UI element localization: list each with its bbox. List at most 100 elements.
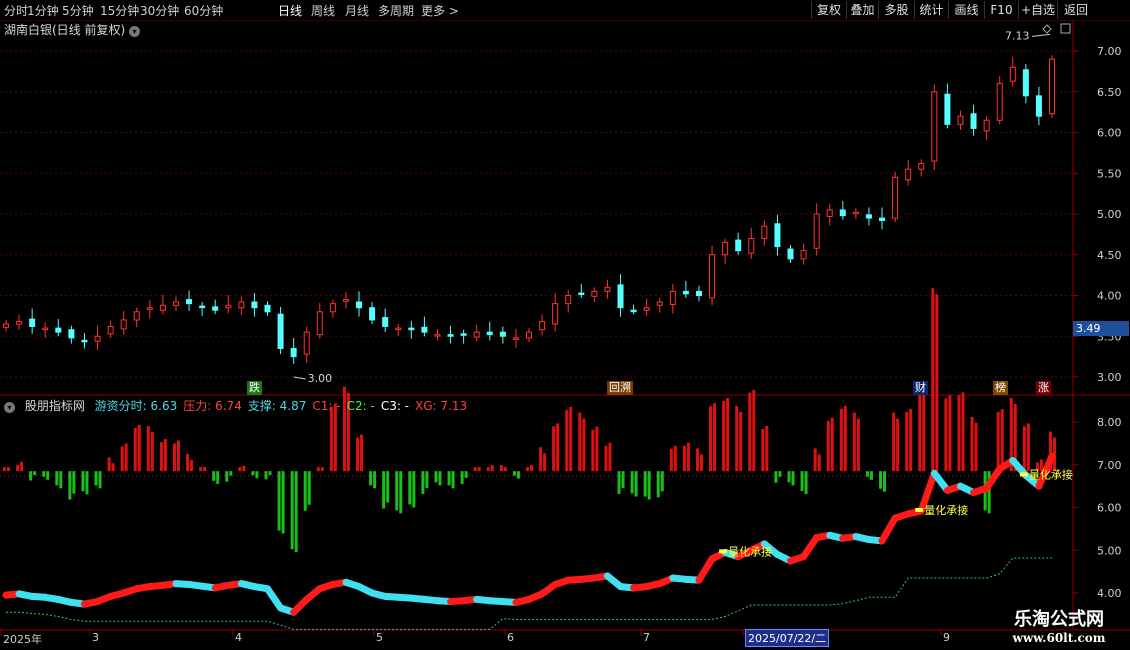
hist-bar-down [399,471,403,514]
hist-bar-up [673,445,677,472]
indicator-tick-label: 5.00 [1097,544,1122,557]
hist-bar-down [277,471,281,531]
hist-bar-down [98,471,102,489]
hist-bar-up [242,465,246,472]
hist-bar-down [386,471,390,503]
hist-bar-up [922,390,926,472]
hist-bar-up [146,425,150,472]
event-tag-1[interactable]: 回溯 [607,381,633,395]
hist-bar-down [225,471,229,482]
hist-bar-down [85,471,89,495]
hist-bar-up [726,397,730,472]
candle-body [774,223,781,248]
event-tag-4[interactable]: 涨 [1036,381,1051,395]
candle-body [172,301,179,306]
candle-body [996,83,1003,121]
chevron-down-icon[interactable]: ▾ [4,402,15,413]
hist-bar-down [46,471,50,480]
event-tag-3[interactable]: 榜 [993,381,1008,395]
hist-bar-down [656,471,660,498]
candle-body [264,304,271,313]
hist-bar-down [634,471,638,497]
candle-body [787,248,794,260]
candle-body [225,304,232,309]
candle-body [107,325,114,335]
indicator-value-5: C3: - [380,399,410,413]
candle-body [813,213,820,249]
date-label-7: 9 [943,631,950,644]
hist-bar-down [72,471,76,494]
hist-bar-down [251,471,255,476]
indicator-value-6: XG: 7.13 [415,399,468,413]
hist-bar-up [176,440,180,472]
hist-bar-up [190,459,194,472]
hist-bar-up [163,439,167,472]
hist-bar-up [107,457,111,472]
hist-bar-up [856,418,860,472]
candle-body [931,91,938,162]
hist-bar-up [186,453,190,472]
hist-bar-up [238,467,242,472]
hist-bar-up [974,423,978,472]
hist-bar-down [59,471,63,489]
hist-bar-up [709,406,713,472]
hist-bar-down [660,471,664,492]
hist-bar-down [395,471,399,511]
candle-body [761,225,768,239]
candle-body [1022,69,1029,97]
hist-bar-down [408,471,412,505]
candle-body [800,250,807,260]
hist-bar-down [451,471,455,489]
candle-body [722,242,729,256]
hist-bar-up [699,454,703,472]
hist-bar-up [682,445,686,472]
signal-marker [1019,472,1028,477]
trend-segment [878,514,899,545]
hist-bar-down [212,471,216,481]
hist-bar-down [800,471,804,491]
candle-body [81,339,88,343]
candle-body [395,327,402,331]
candle-body [369,307,376,321]
candle-body [159,304,166,311]
hist-bar-up [3,467,6,472]
hist-bar-up [486,467,490,472]
kline-chart[interactable]: 7.006.506.005.505.004.504.003.503.007.13… [0,0,1130,650]
hist-bar-down [29,471,33,481]
candle-body [434,334,441,337]
hist-bar-up [503,467,507,472]
hist-bar-down [804,471,808,494]
hist-bar-up [686,442,690,472]
hist-bar-down [307,471,311,505]
signal-marker [915,507,924,512]
candle-body [552,303,559,325]
date-label-5: 7 [643,631,650,644]
trend-segment [695,555,716,584]
candle-body [735,239,742,252]
candle-body [303,331,310,355]
hist-bar-up [7,467,10,472]
menu-icon [1060,23,1071,34]
candle-body [212,306,219,311]
event-tag-2[interactable]: 财 [913,381,928,395]
candle-body [970,113,977,129]
indicator-value-4: C2: - [346,399,375,413]
hist-bar-up [852,412,856,472]
candle-body [1049,58,1055,115]
candle-body [94,335,101,342]
hist-bar-up [935,294,939,472]
candle-body [892,176,899,219]
candle-body [16,321,23,325]
hist-bar-up [320,467,324,472]
event-tag-0[interactable]: 跌 [247,381,262,395]
hist-bar-up [957,395,961,472]
indicator-tick-label: 8.00 [1097,416,1122,429]
candle-body [539,321,546,331]
candle-body [146,307,153,310]
hist-bar-up [477,467,481,472]
hist-bar-down [290,471,294,550]
hist-bar-up [591,429,595,472]
date-label-3: 5 [376,631,383,644]
candle-body [682,290,689,295]
candle-body [630,309,637,313]
